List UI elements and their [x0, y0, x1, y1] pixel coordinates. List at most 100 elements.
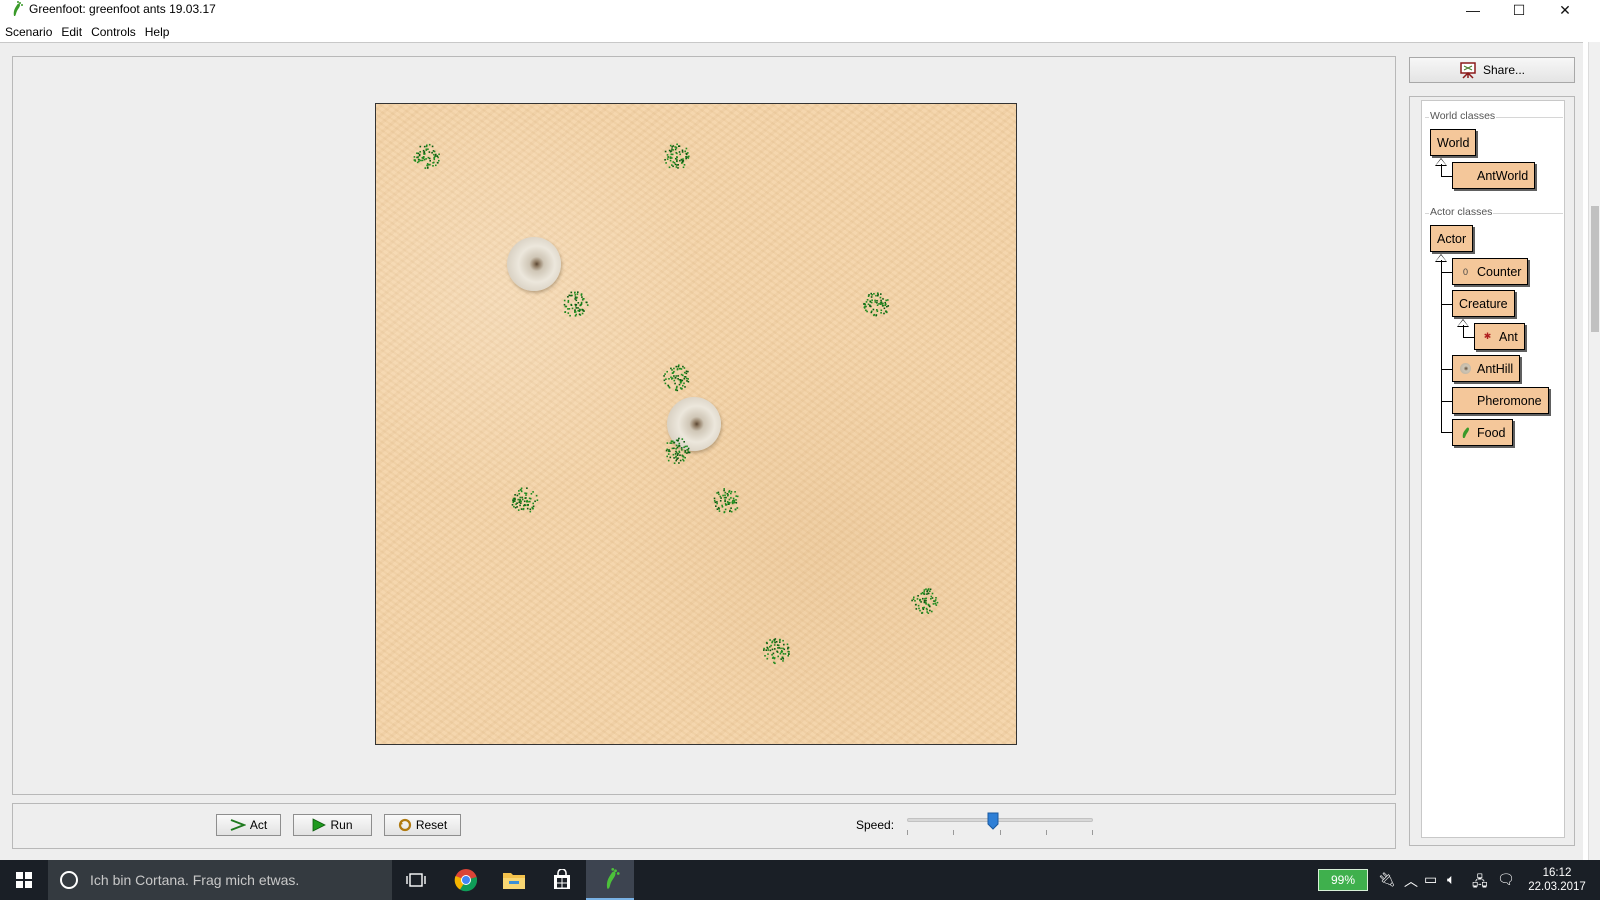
run-play-icon	[313, 818, 327, 832]
food-actor[interactable]	[409, 139, 443, 173]
class-ant[interactable]: ✱ Ant	[1474, 323, 1525, 350]
greenfoot-taskbar-icon	[606, 868, 620, 889]
food-actor[interactable]	[859, 287, 893, 321]
folder-icon	[503, 873, 525, 889]
clock-time: 16:12	[1542, 867, 1572, 879]
power-plug-icon[interactable]: 🔌︎	[1378, 871, 1396, 888]
class-ant-label: Ant	[1499, 329, 1518, 344]
antworld-icon	[1459, 169, 1472, 182]
pheromone-icon	[1459, 394, 1472, 407]
food-actor[interactable]	[907, 583, 941, 617]
food-actor[interactable]	[659, 360, 693, 394]
task-view-icon	[406, 873, 426, 887]
class-antworld-label: AntWorld	[1477, 168, 1529, 183]
maximize-button[interactable]: ☐	[1496, 0, 1542, 20]
slider-tick	[953, 830, 954, 835]
menu-bar: Scenario Edit Controls Help	[0, 22, 1580, 42]
slider-tick	[1092, 830, 1093, 835]
clock[interactable]: 16:12 22.03.2017	[1520, 866, 1594, 894]
world-canvas[interactable]	[375, 103, 1017, 745]
run-label: Run	[330, 818, 353, 832]
food-actor[interactable]	[507, 483, 541, 517]
volume-icon[interactable]: 🔈︎	[1447, 871, 1455, 888]
speed-slider-thumb[interactable]	[987, 812, 999, 830]
task-view-button[interactable]	[392, 860, 440, 900]
class-creature-label: Creature	[1459, 296, 1508, 311]
reset-button[interactable]: Reset	[384, 814, 461, 836]
window-title: Greenfoot: greenfoot ants 19.03.17	[29, 2, 216, 16]
battery-indicator[interactable]: 99%	[1318, 869, 1368, 891]
tree-line	[1463, 325, 1464, 337]
taskbar-chrome[interactable]	[442, 860, 490, 900]
start-button[interactable]	[0, 860, 48, 900]
act-button[interactable]: Act	[216, 814, 281, 836]
tree-line	[1441, 304, 1452, 305]
taskbar: Ich bin Cortana. Frag mich etwas. 99% 🔌︎…	[0, 860, 1600, 900]
anthill-actor[interactable]	[507, 237, 561, 291]
food-actor[interactable]	[557, 287, 591, 321]
tree-line	[1441, 176, 1452, 177]
share-button[interactable]: Share...	[1409, 57, 1575, 83]
counter-icon: 0	[1462, 266, 1468, 277]
world-classes-title: World classes	[1429, 110, 1497, 122]
menu-scenario[interactable]: Scenario	[0, 22, 56, 42]
windows-logo-icon	[16, 872, 32, 888]
cortana-icon	[60, 871, 78, 889]
food-actor[interactable]	[659, 433, 693, 467]
chrome-icon	[454, 869, 478, 892]
class-antworld[interactable]: AntWorld	[1452, 162, 1536, 189]
tree-line	[1441, 432, 1452, 433]
actor-classes-title: Actor classes	[1429, 206, 1494, 218]
tree-line	[1441, 260, 1442, 432]
class-creature[interactable]: Creature	[1452, 290, 1515, 317]
slider-tick	[1046, 830, 1047, 835]
run-button[interactable]: Run	[293, 814, 372, 836]
food-icon	[1459, 426, 1472, 439]
cortana-search-box[interactable]: Ich bin Cortana. Frag mich etwas.	[48, 860, 392, 900]
class-anthill-label: AntHill	[1477, 361, 1514, 376]
cortana-placeholder: Ich bin Cortana. Frag mich etwas.	[90, 872, 300, 888]
class-tree: World classes World AntWorld Actor class…	[1421, 100, 1565, 838]
taskbar-file-explorer[interactable]	[490, 860, 538, 900]
close-button[interactable]: ✕	[1542, 0, 1588, 20]
class-food[interactable]: Food	[1452, 419, 1513, 446]
class-food-label: Food	[1477, 425, 1506, 440]
ant-icon: ✱	[1483, 331, 1492, 341]
food-actor[interactable]	[759, 633, 793, 667]
class-world-label: World	[1437, 135, 1470, 150]
vertical-scrollbar[interactable]	[1588, 42, 1600, 860]
act-arrow-icon	[230, 819, 246, 831]
menu-help[interactable]: Help	[140, 22, 174, 42]
share-easel-icon	[1460, 62, 1476, 79]
taskbar-greenfoot[interactable]	[586, 860, 634, 900]
class-panel: World classes World AntWorld Actor class…	[1409, 96, 1575, 846]
menu-controls[interactable]: Controls	[86, 22, 140, 42]
class-pheromone[interactable]: Pheromone	[1452, 387, 1549, 414]
control-bar: Act Run Reset Speed:	[12, 803, 1396, 849]
minimize-button[interactable]: —	[1450, 0, 1496, 20]
food-actor[interactable]	[659, 139, 693, 173]
class-pheromone-label: Pheromone	[1477, 393, 1542, 408]
notifications-icon[interactable]: 🗨︎	[1497, 871, 1515, 888]
battery-tray-icon[interactable]: ▭	[1424, 871, 1437, 888]
class-counter[interactable]: 0 Counter	[1452, 258, 1529, 285]
store-icon	[554, 869, 570, 889]
share-label: Share...	[1482, 63, 1526, 77]
act-label: Act	[249, 818, 268, 832]
chevron-up-icon[interactable]: ︿	[1404, 871, 1418, 891]
scrollbar-thumb[interactable]	[1591, 206, 1599, 332]
speed-label: Speed:	[856, 818, 895, 832]
menu-edit[interactable]: Edit	[56, 22, 86, 42]
tree-line	[1463, 337, 1474, 338]
food-actor[interactable]	[709, 483, 743, 517]
class-world[interactable]: World	[1430, 129, 1477, 156]
speed-slider[interactable]	[907, 818, 1093, 822]
reset-label: Reset	[415, 818, 448, 832]
network-icon[interactable]: 🖧︎	[1472, 871, 1488, 895]
tree-line	[1441, 164, 1442, 176]
taskbar-store[interactable]	[538, 860, 586, 900]
slider-tick	[1000, 830, 1001, 835]
class-actor[interactable]: Actor	[1430, 225, 1474, 252]
anthill-icon	[1459, 362, 1472, 375]
class-anthill[interactable]: AntHill	[1452, 355, 1521, 382]
